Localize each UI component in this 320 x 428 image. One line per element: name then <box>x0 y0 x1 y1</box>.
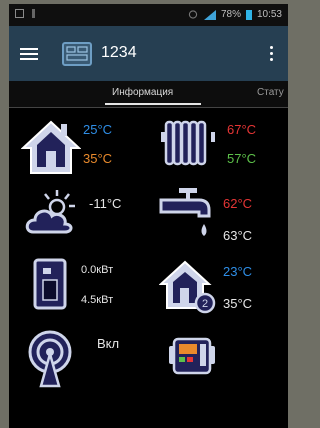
home2-temp-bottom: 35°C <box>223 296 253 311</box>
info-panel: 25°C 35°C 67°C 57°C -11°C 62°C 63°C 0.0к… <box>9 108 288 428</box>
tab-information[interactable]: Информация <box>112 87 173 98</box>
battery-percent: 78% <box>220 9 241 20</box>
hamburger-menu-icon[interactable] <box>20 48 38 60</box>
home-temp-top: 25°C <box>83 122 113 137</box>
app-bar: 1234 <box>9 26 288 81</box>
power-value-bottom: 4.5кВт <box>81 294 114 306</box>
signal-icon <box>203 9 216 20</box>
controller-logo-icon <box>62 42 92 66</box>
app-title: 1234 <box>101 44 137 61</box>
controller-panel-icon[interactable] <box>167 336 217 376</box>
tab-bar: Информация Стату <box>9 81 288 107</box>
home-icon[interactable] <box>21 118 81 176</box>
power-value-top: 0.0кВт <box>81 264 114 276</box>
status-bar: 78% 10:53 <box>9 4 288 26</box>
battery-icon <box>245 9 252 20</box>
tab-indicator <box>105 103 201 105</box>
home-zone-2-icon[interactable]: 2 <box>159 258 217 316</box>
radiator-temp-bottom: 57°C <box>227 151 257 166</box>
phone-screen: 78% 10:53 1234 Информация Стату 25°C 35°… <box>9 4 288 428</box>
usb-icon <box>32 9 35 18</box>
radiator-icon[interactable] <box>159 118 217 168</box>
home2-temp-top: 23°C <box>223 264 253 279</box>
overflow-menu-icon[interactable] <box>270 46 274 64</box>
outdoor-temp: -11°C <box>89 196 122 211</box>
radiator-temp-top: 67°C <box>227 122 257 137</box>
weather-cloud-sun-icon[interactable] <box>25 188 81 236</box>
power-meter-icon[interactable] <box>33 258 67 310</box>
svg-text:2: 2 <box>202 298 208 310</box>
tap-temp-top: 62°C <box>223 196 253 211</box>
tab-status[interactable]: Стату <box>257 87 284 98</box>
tap-temp-bottom: 63°C <box>223 228 253 243</box>
water-tap-icon[interactable] <box>159 186 217 244</box>
notification-icon <box>15 9 24 18</box>
antenna-status: Вкл <box>97 336 120 351</box>
alarm-icon <box>188 10 198 19</box>
home-temp-bottom: 35°C <box>83 151 113 166</box>
antenna-signal-icon[interactable] <box>27 330 73 388</box>
clock: 10:53 <box>256 9 282 20</box>
